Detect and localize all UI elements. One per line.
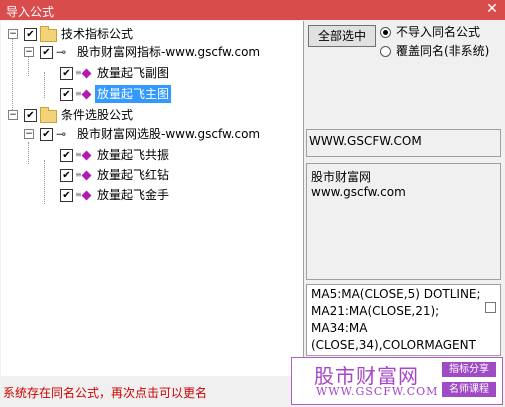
title-bar: 导入公式 ✕ xyxy=(0,0,505,20)
radio-overwrite-duplicates[interactable] xyxy=(380,46,391,57)
tree-group-screening[interactable]: − ✔ 条件选股公式 xyxy=(1,106,301,124)
folder-icon xyxy=(40,26,57,42)
watermark-tag: 名师课程 xyxy=(442,382,496,397)
tree-item-selected[interactable]: ✔ ≡ 放量起飞主图 xyxy=(1,85,301,103)
url-text: WWW.GSCFW.COM xyxy=(309,134,422,148)
code-line: MA5:MA(CLOSE,5) DOTLINE; xyxy=(311,287,481,301)
diamond-icon xyxy=(81,68,92,79)
collapse-icon[interactable]: − xyxy=(24,47,34,57)
status-message: 系统存在同名公式，再次点击可以更名 xyxy=(3,386,208,400)
tree-sub-indicators[interactable]: − ✔ ⊸ 股市财富网指标-www.gscfw.com xyxy=(1,43,301,61)
tree-sub-screening[interactable]: − ✔ ⊸ 股市财富网选股-www.gscfw.com xyxy=(1,125,301,143)
checkbox-checked-icon[interactable]: ✔ xyxy=(60,67,73,80)
folder-icon xyxy=(40,107,57,123)
tree-item[interactable]: ✔ ≡ 放量起飞红钻 xyxy=(1,166,301,184)
watermark-tag: 指标分享 xyxy=(442,362,496,377)
code-line: MA21:MA(CLOSE,21); xyxy=(311,304,440,318)
checkbox-checked-icon[interactable]: ✔ xyxy=(60,88,73,101)
radio-skip-duplicates[interactable] xyxy=(380,27,391,38)
item-label: 放量起飞主图 xyxy=(95,85,172,103)
watermark-logo: 股市财富网 WWW.GSCFW.COM 指标分享 名师课程 xyxy=(291,357,503,405)
checkbox-checked-icon[interactable]: ✔ xyxy=(24,109,37,122)
checkbox-checked-icon[interactable]: ✔ xyxy=(60,169,73,182)
description-box: 股市财富网 www.gscfw.com xyxy=(306,163,501,280)
checkbox-checked-icon[interactable]: ✔ xyxy=(40,46,53,59)
checkbox-checked-icon[interactable]: ✔ xyxy=(40,128,53,141)
formula-tree[interactable]: − ✔ 技术指标公式 − ✔ ⊸ 股市财富网指标-www.gscfw.com ✔… xyxy=(1,21,304,376)
url-display: WWW.GSCFW.COM xyxy=(306,129,501,157)
item-label: 放量起飞红钻 xyxy=(97,168,170,182)
code-option-checkbox[interactable] xyxy=(485,302,496,313)
close-icon[interactable]: ✕ xyxy=(485,2,499,16)
key-icon: ⊸ xyxy=(56,45,67,59)
checkbox-checked-icon[interactable]: ✔ xyxy=(60,189,73,202)
key-icon: ⊸ xyxy=(56,127,67,141)
item-label: 放量起飞金手 xyxy=(97,188,170,202)
item-label: 放量起飞副图 xyxy=(97,66,170,80)
code-line: MA34:MA xyxy=(311,321,368,335)
group-label: 条件选股公式 xyxy=(61,108,134,122)
window-title: 导入公式 xyxy=(6,5,55,19)
diamond-icon xyxy=(81,89,92,100)
collapse-icon[interactable]: − xyxy=(24,129,34,139)
diamond-icon xyxy=(81,170,92,181)
collapse-icon[interactable]: − xyxy=(8,110,18,120)
description-line: www.gscfw.com xyxy=(311,185,406,199)
checkbox-checked-icon[interactable]: ✔ xyxy=(60,149,73,162)
select-all-button[interactable]: 全部选中 xyxy=(308,25,376,47)
watermark-url: WWW.GSCFW.COM xyxy=(316,385,439,398)
radio-overwrite-label: 覆盖同名(非系统) xyxy=(396,44,490,58)
tree-group-indicators[interactable]: − ✔ 技术指标公式 xyxy=(1,25,301,43)
tree-item[interactable]: ✔ ≡ 放量起飞副图 xyxy=(1,64,301,82)
group-label: 技术指标公式 xyxy=(61,27,134,41)
formula-code-box[interactable]: MA5:MA(CLOSE,5) DOTLINE; MA21:MA(CLOSE,2… xyxy=(306,284,501,356)
radio-skip-label: 不导入同名公式 xyxy=(396,25,481,39)
tree-item[interactable]: ✔ ≡ 放量起飞共振 xyxy=(1,146,301,164)
sub-label: 股市财富网指标-www.gscfw.com xyxy=(77,45,261,59)
import-formula-window: 导入公式 ✕ − ✔ 技术指标公式 − ✔ ⊸ 股市财富网指标-www.gscf… xyxy=(0,0,505,407)
diamond-icon xyxy=(81,190,92,201)
tree-item[interactable]: ✔ ≡ 放量起飞金手 xyxy=(1,186,301,204)
description-line: 股市财富网 xyxy=(311,170,372,184)
code-line: (CLOSE,34),COLORMAGENT xyxy=(311,338,476,352)
collapse-icon[interactable]: − xyxy=(8,29,18,39)
checkbox-checked-icon[interactable]: ✔ xyxy=(24,28,37,41)
diamond-icon xyxy=(81,150,92,161)
item-label: 放量起飞共振 xyxy=(97,148,170,162)
sub-label: 股市财富网选股-www.gscfw.com xyxy=(77,127,261,141)
